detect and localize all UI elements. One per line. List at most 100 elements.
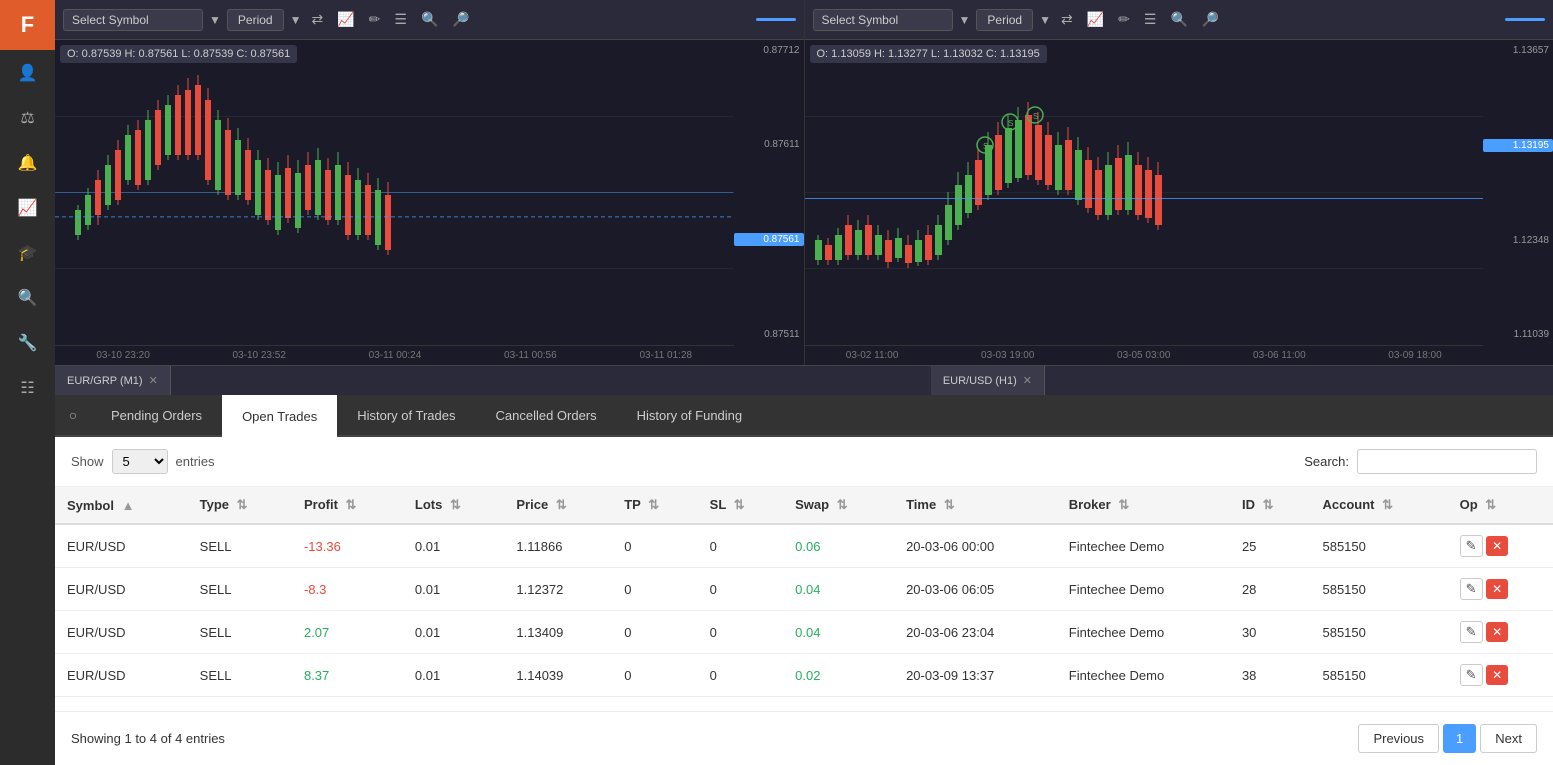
close-panel-btn[interactable]: ○ xyxy=(55,395,91,436)
next-btn[interactable]: Next xyxy=(1480,724,1537,753)
col-profit[interactable]: Profit ⇅ xyxy=(292,487,403,524)
close-icon: ○ xyxy=(69,407,77,423)
entries-select[interactable]: 5 10 25 50 100 xyxy=(112,449,168,474)
edit-btn-1[interactable]: ✎ xyxy=(1460,578,1483,600)
period-btn-2[interactable]: Period xyxy=(976,9,1033,31)
cell-profit-0: -13.36 xyxy=(292,524,403,568)
chart-tab-2-close[interactable]: ✕ xyxy=(1023,374,1032,387)
zoom-out-icon-2[interactable]: 🔎 xyxy=(1198,7,1223,32)
cell-time-1: 20-03-06 06:05 xyxy=(894,568,1057,611)
cell-profit-2: 2.07 xyxy=(292,611,403,654)
sidebar-icon-bell[interactable]: 🔔 xyxy=(0,140,55,185)
col-tp[interactable]: TP ⇅ xyxy=(612,487,697,524)
chart-tab-1[interactable]: EUR/GRP (M1) ✕ xyxy=(55,366,171,396)
col-time[interactable]: Time ⇅ xyxy=(894,487,1057,524)
sort-type-icon: ⇅ xyxy=(237,497,248,512)
col-type[interactable]: Type ⇅ xyxy=(188,487,292,524)
line-chart-icon-2[interactable]: 📈 xyxy=(1083,7,1108,32)
list-icon-1[interactable]: ☰ xyxy=(390,7,411,32)
col-account[interactable]: Account ⇅ xyxy=(1310,487,1447,524)
tab-history-trades-label: History of Trades xyxy=(357,408,455,423)
page-number-1[interactable]: 1 xyxy=(1443,724,1476,753)
chart-line-indicator-2 xyxy=(1505,18,1545,21)
sidebar-logo[interactable]: F xyxy=(0,0,55,50)
sidebar-icon-grid[interactable]: ☷ xyxy=(0,365,55,410)
search-area: Search: xyxy=(1304,449,1537,474)
pencil-icon-2[interactable]: ✏ xyxy=(1114,7,1134,32)
line-chart-icon-1[interactable]: 📈 xyxy=(333,7,358,32)
cell-profit-3: 8.37 xyxy=(292,654,403,697)
col-op[interactable]: Op ⇅ xyxy=(1448,487,1553,524)
symbol-select-2[interactable]: Select Symbol xyxy=(813,9,953,31)
sidebar-icon-chart[interactable]: 📈 xyxy=(0,185,55,230)
prev-btn[interactable]: Previous xyxy=(1358,724,1439,753)
tab-open-trades[interactable]: Open Trades xyxy=(222,395,337,437)
cell-symbol-1: EUR/USD xyxy=(55,568,188,611)
tab-history-funding[interactable]: History of Funding xyxy=(617,395,763,437)
sort-tp-icon: ⇅ xyxy=(648,497,659,512)
current-price-1: 0.87561 xyxy=(734,233,804,246)
data-section: ○ Pending Orders Open Trades History of … xyxy=(55,395,1553,765)
delete-btn-3[interactable]: ✕ xyxy=(1486,665,1508,685)
col-swap[interactable]: Swap ⇅ xyxy=(783,487,894,524)
delete-btn-2[interactable]: ✕ xyxy=(1486,622,1508,642)
list-icon-2[interactable]: ☰ xyxy=(1140,7,1161,32)
col-lots-label: Lots xyxy=(415,497,442,512)
sidebar-icon-graduation[interactable]: 🎓 xyxy=(0,230,55,275)
cell-account-1: 585150 xyxy=(1310,568,1447,611)
zoom-out-icon-1[interactable]: 🔎 xyxy=(448,7,473,32)
cell-broker-2: Fintechee Demo xyxy=(1057,611,1230,654)
time-label-1-3: 03-11 00:56 xyxy=(504,350,557,361)
chart-tab-1-close[interactable]: ✕ xyxy=(149,374,158,387)
delete-btn-0[interactable]: ✕ xyxy=(1486,536,1508,556)
chart-toolbar-1: Select Symbol ▼ Period ▼ ⇄ 📈 ✏ ☰ 🔍 🔎 xyxy=(55,0,804,40)
col-symbol[interactable]: Symbol ▲ xyxy=(55,487,188,524)
swap-icon-2[interactable]: ⇄ xyxy=(1057,7,1077,32)
chart-container-1: O: 0.87539 H: 0.87561 L: 0.87539 C: 0.87… xyxy=(55,40,804,365)
cell-account-3: 585150 xyxy=(1310,654,1447,697)
sidebar-icon-lens[interactable]: 🔍 xyxy=(0,275,55,320)
time-label-2-4: 03-09 18:00 xyxy=(1388,350,1441,361)
edit-btn-0[interactable]: ✎ xyxy=(1460,535,1483,557)
zoom-in-icon-2[interactable]: 🔍 xyxy=(1166,7,1191,32)
col-price[interactable]: Price ⇅ xyxy=(504,487,612,524)
sidebar-icon-scale[interactable]: ⚖ xyxy=(0,95,55,140)
chart-tabs-bar: EUR/GRP (M1) ✕ EUR/USD (H1) ✕ xyxy=(55,365,1553,395)
time-label-2-2: 03-05 03:00 xyxy=(1117,350,1170,361)
col-price-label: Price xyxy=(516,497,548,512)
sidebar-icon-wrench[interactable]: 🔧 xyxy=(0,320,55,365)
edit-btn-3[interactable]: ✎ xyxy=(1460,664,1483,686)
price-label-3: 0.87511 xyxy=(734,329,804,340)
pencil-icon-1[interactable]: ✏ xyxy=(365,7,385,32)
col-lots[interactable]: Lots ⇅ xyxy=(403,487,505,524)
col-broker[interactable]: Broker ⇅ xyxy=(1057,487,1230,524)
show-label: Show xyxy=(71,454,104,469)
tab-open-trades-label: Open Trades xyxy=(242,409,317,424)
zoom-in-icon-1[interactable]: 🔍 xyxy=(417,7,442,32)
tab-history-trades[interactable]: History of Trades xyxy=(337,395,475,437)
tab-pending-orders[interactable]: Pending Orders xyxy=(91,395,222,437)
svg-text:S: S xyxy=(983,142,988,151)
search-input[interactable] xyxy=(1357,449,1537,474)
showing-text: Showing 1 to 4 of 4 entries xyxy=(71,731,225,746)
col-id[interactable]: ID ⇅ xyxy=(1230,487,1311,524)
chart-tab-1-label: EUR/GRP (M1) xyxy=(67,375,143,387)
sort-price-icon: ⇅ xyxy=(556,497,567,512)
delete-btn-1[interactable]: ✕ xyxy=(1486,579,1508,599)
col-sl[interactable]: SL ⇅ xyxy=(698,487,783,524)
chart-svg-2: S S S xyxy=(805,40,1484,345)
cell-lots-0: 0.01 xyxy=(403,524,505,568)
sidebar-icon-person[interactable]: 👤 xyxy=(0,50,55,95)
symbol-select-1[interactable]: Select Symbol xyxy=(63,9,203,31)
cell-time-3: 20-03-09 13:37 xyxy=(894,654,1057,697)
chart-tab-2[interactable]: EUR/USD (H1) ✕ xyxy=(931,366,1045,396)
cell-broker-0: Fintechee Demo xyxy=(1057,524,1230,568)
tab-pending-orders-label: Pending Orders xyxy=(111,408,202,423)
swap-icon-1[interactable]: ⇄ xyxy=(307,7,327,32)
edit-btn-2[interactable]: ✎ xyxy=(1460,621,1483,643)
cell-op-2: ✎ ✕ xyxy=(1448,611,1553,654)
sort-sl-icon: ⇅ xyxy=(734,497,745,512)
cell-swap-2: 0.04 xyxy=(783,611,894,654)
tab-cancelled-orders[interactable]: Cancelled Orders xyxy=(475,395,616,437)
period-btn-1[interactable]: Period xyxy=(227,9,284,31)
